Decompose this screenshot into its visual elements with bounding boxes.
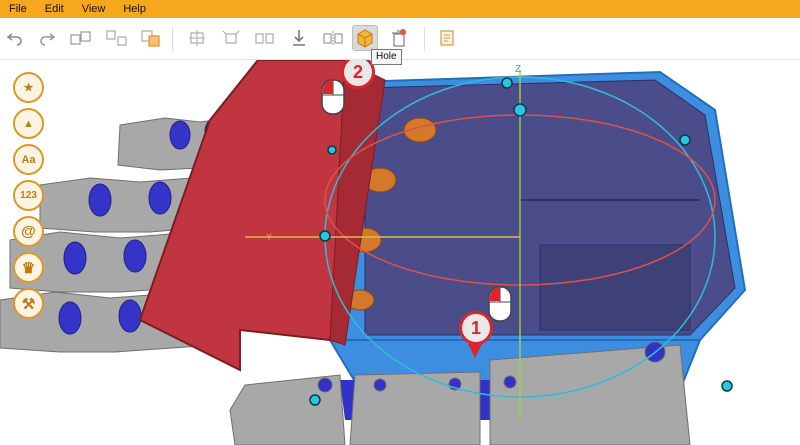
ungroup-icon	[106, 30, 127, 46]
delete-button[interactable]	[386, 25, 412, 51]
star-icon: ★	[23, 82, 34, 94]
sidebar-item-shapes[interactable]: ▲	[13, 108, 44, 139]
scene-svg	[0, 60, 747, 445]
menu-view[interactable]: View	[73, 0, 115, 18]
text-icon: Aa	[21, 153, 36, 166]
mirror-icon	[323, 31, 343, 45]
axis-label-z: Z	[515, 64, 522, 75]
step-badge-1: 1	[459, 311, 493, 345]
distribute-icon	[222, 30, 240, 44]
crown-icon: ♛	[21, 259, 36, 277]
sidebar-item-numbers[interactable]: 123	[13, 180, 44, 211]
undo-icon	[7, 33, 22, 46]
pyramid-icon: ▲	[23, 117, 34, 130]
hole-button[interactable]	[352, 25, 378, 51]
sidebar-item-premium[interactable]: ♛	[13, 252, 44, 283]
hole-tooltip: Hole	[371, 49, 402, 65]
sidebar-item-favorites[interactable]: ★	[13, 72, 44, 103]
sidebar-item-tools[interactable]: ⚒	[13, 288, 44, 319]
numbers-icon: 123	[20, 190, 37, 201]
undo-button[interactable]	[2, 25, 28, 51]
toolbar-separator	[424, 27, 425, 51]
ungroup-button[interactable]	[104, 25, 130, 51]
merge-icon	[141, 30, 160, 47]
drop-to-floor-button[interactable]	[286, 25, 312, 51]
align-icon	[189, 30, 205, 46]
distribute-button[interactable]	[218, 25, 244, 51]
group-button[interactable]	[68, 25, 94, 51]
toolbar-separator	[172, 27, 173, 51]
redo-icon	[40, 33, 55, 46]
delete-icon	[392, 29, 406, 47]
mouse-click-icon	[488, 286, 512, 322]
red-hole-block	[138, 60, 386, 372]
duplicate-button[interactable]	[252, 25, 278, 51]
duplicate-icon	[255, 33, 274, 44]
menu-help[interactable]: Help	[114, 0, 155, 18]
notes-button[interactable]	[434, 25, 460, 51]
group-icon	[70, 31, 91, 45]
menu-file[interactable]: File	[0, 0, 36, 18]
menu-bar: File Edit View Help	[0, 0, 800, 18]
drop-icon	[293, 30, 305, 46]
mouse-click-icon	[321, 79, 345, 115]
notes-icon	[440, 30, 454, 46]
merge-button[interactable]	[138, 25, 164, 51]
axis-label-y: Y	[266, 232, 273, 242]
align-button[interactable]	[184, 25, 210, 51]
tools-icon: ⚒	[21, 295, 36, 313]
redo-button[interactable]	[34, 25, 60, 51]
hole-icon	[357, 29, 373, 48]
sidebar-item-symbols[interactable]: @	[13, 216, 44, 247]
at-icon: @	[21, 223, 36, 240]
menu-edit[interactable]: Edit	[36, 0, 73, 18]
sidebar-item-text[interactable]: Aa	[13, 144, 44, 175]
viewport-3d[interactable]: Z Y 2 1	[0, 60, 800, 445]
mirror-button[interactable]	[320, 25, 346, 51]
